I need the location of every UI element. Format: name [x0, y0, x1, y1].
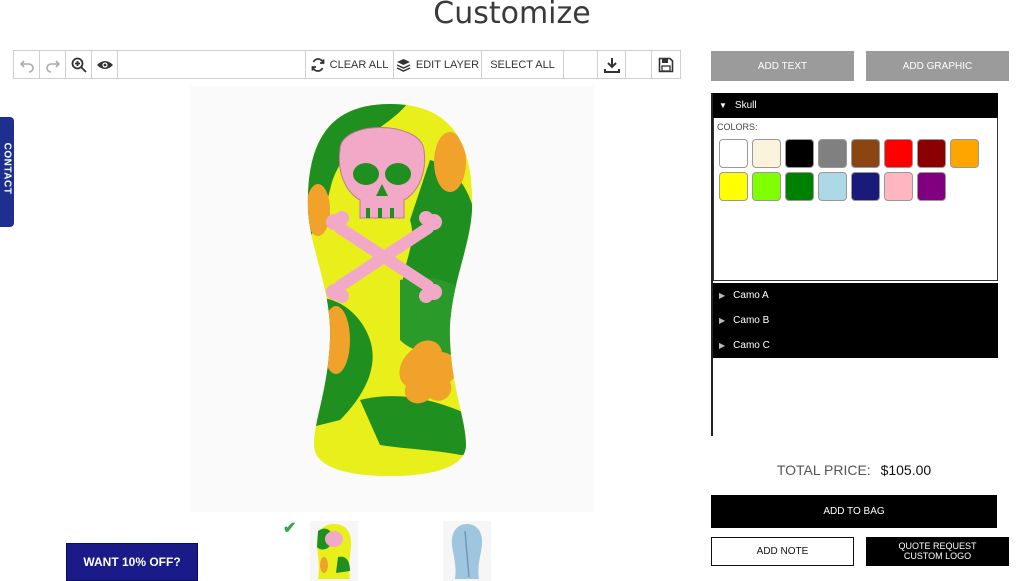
add-to-bag-label: ADD TO BAG [823, 506, 885, 517]
zoom-in-icon [71, 57, 87, 73]
thumbnail-back-image [451, 524, 483, 579]
color-swatch[interactable] [917, 139, 946, 168]
layer-name: Skull [734, 100, 757, 111]
select-all-label: SELECT ALL [490, 58, 555, 71]
color-swatch[interactable] [719, 172, 748, 201]
skull-layer-options: COLORS: [713, 118, 998, 281]
download-icon [603, 57, 620, 73]
refresh-icon [311, 57, 325, 72]
layer-name: Camo B [733, 315, 770, 326]
clear-all-button[interactable]: CLEAR ALL [306, 51, 394, 78]
add-text-button[interactable]: ADD TEXT [711, 51, 854, 81]
contact-tab[interactable]: CONTACT [0, 117, 14, 227]
color-swatch[interactable] [818, 139, 847, 168]
layer-header-skull[interactable]: ▼ Skull [713, 93, 998, 118]
color-swatch[interactable] [917, 172, 946, 201]
thumbnail-back[interactable] [443, 521, 491, 581]
toolbar-empty-slot [564, 51, 598, 78]
redo-icon [45, 59, 60, 73]
add-graphic-button[interactable]: ADD GRAPHIC [866, 51, 1009, 81]
download-button[interactable] [598, 51, 626, 78]
layer-name: Camo C [733, 340, 770, 351]
color-swatch[interactable] [752, 139, 781, 168]
toolbar-empty-slot-2 [626, 51, 652, 78]
add-graphic-label: ADD GRAPHIC [902, 60, 973, 72]
design-toolbar: CLEAR ALL EDIT LAYER SELECT ALL [13, 50, 681, 79]
color-swatch-grid [719, 139, 987, 201]
total-price-label: TOTAL PRICE: [776, 462, 871, 478]
color-swatch[interactable] [752, 172, 781, 201]
color-swatch[interactable] [851, 139, 880, 168]
edit-layer-button[interactable]: EDIT LAYER [394, 51, 482, 78]
color-swatch[interactable] [851, 172, 880, 201]
checkmark-icon: ✔ [283, 520, 297, 537]
thumbnail-front-image [316, 524, 352, 579]
select-all-button[interactable]: SELECT ALL [482, 51, 564, 78]
colors-label: COLORS: [717, 122, 758, 132]
edit-layer-label: EDIT LAYER [415, 58, 480, 71]
color-swatch[interactable] [818, 172, 847, 201]
add-to-bag-button[interactable]: ADD TO BAG [711, 495, 997, 528]
color-swatch[interactable] [785, 139, 814, 168]
thumbnail-front[interactable] [310, 521, 358, 581]
preview-button[interactable] [92, 51, 118, 78]
layers-panel: ▼ Skull COLORS: ▶ Camo A ▶ Camo B ▶ Camo… [711, 93, 998, 436]
caret-right-icon: ▶ [719, 316, 726, 325]
total-price-value: $105.00 [880, 462, 932, 478]
page-title: Customize [433, 0, 591, 31]
add-note-label: ADD NOTE [756, 546, 809, 557]
save-button[interactable] [652, 51, 680, 78]
color-swatch[interactable] [950, 139, 979, 168]
color-swatch[interactable] [719, 139, 748, 168]
color-swatch[interactable] [785, 172, 814, 201]
contact-tab-label: CONTACT [1, 142, 13, 195]
layers-icon [396, 58, 411, 72]
toolbar-spacer [118, 51, 306, 78]
caret-right-icon: ▶ [719, 291, 726, 300]
quote-line-2: CUSTOM LOGO [903, 550, 972, 561]
add-note-button[interactable]: ADD NOTE [711, 537, 854, 566]
add-text-label: ADD TEXT [757, 60, 808, 72]
redo-button[interactable] [40, 51, 66, 78]
color-swatch[interactable] [884, 172, 913, 201]
caret-right-icon: ▶ [719, 341, 726, 350]
undo-icon [19, 59, 34, 73]
clear-all-label: CLEAR ALL [329, 58, 389, 71]
zoom-button[interactable] [66, 51, 92, 78]
color-swatch[interactable] [884, 139, 913, 168]
headcover-preview-image[interactable] [300, 100, 480, 480]
promo-label: WANT 10% OFF? [83, 555, 181, 569]
eye-icon [96, 60, 113, 69]
quote-request-button[interactable]: QUOTE REQUEST CUSTOM LOGO [866, 537, 1009, 566]
save-icon [658, 57, 674, 72]
total-price: TOTAL PRICE: $105.00 [711, 462, 997, 478]
layer-header-camo-a[interactable]: ▶ Camo A [713, 283, 998, 308]
undo-button[interactable] [14, 51, 40, 78]
layer-name: Camo A [733, 290, 769, 301]
caret-down-icon: ▼ [719, 101, 727, 110]
discount-promo-button[interactable]: WANT 10% OFF? [66, 543, 198, 581]
layer-header-camo-c[interactable]: ▶ Camo C [713, 333, 998, 358]
layer-header-camo-b[interactable]: ▶ Camo B [713, 308, 998, 333]
